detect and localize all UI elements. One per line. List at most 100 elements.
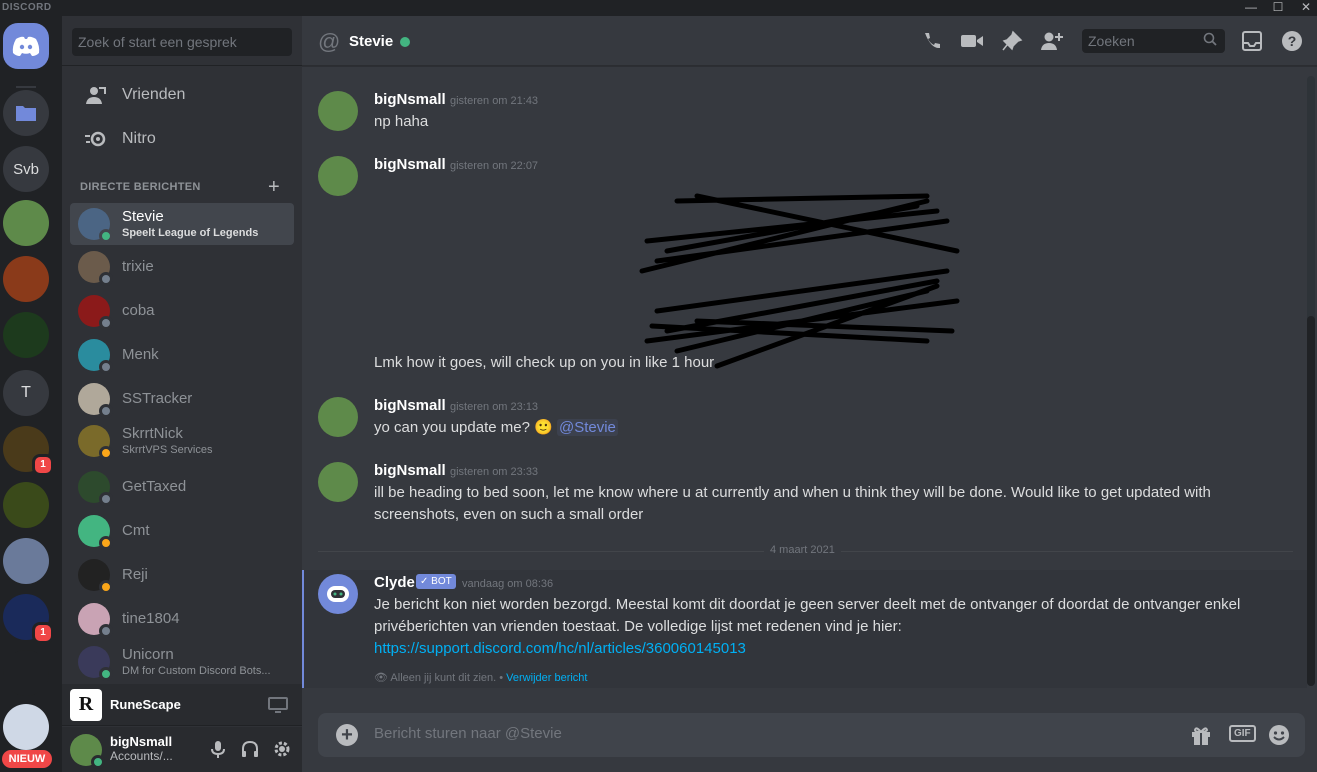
dm-item-skrrtnick[interactable]: SkrrtNick SkrrtVPS Services (70, 420, 294, 462)
minimize-button[interactable]: — (1240, 0, 1262, 16)
close-button[interactable]: ✕ (1295, 0, 1317, 16)
support-link[interactable]: https://support.discord.com/hc/nl/articl… (374, 638, 1274, 660)
chat-header: @ Stevie Zoeken ? (302, 16, 1317, 66)
dm-activity-game: League of Legends (158, 226, 259, 239)
headphones-icon[interactable] (240, 739, 260, 764)
dm-item-trixie[interactable]: trixie (70, 246, 294, 288)
presence-status-icon (99, 667, 113, 681)
gif-button[interactable]: GIF (1229, 725, 1256, 742)
pinned-messages-icon[interactable] (1000, 29, 1024, 53)
add-friend-to-dm-icon[interactable] (1040, 29, 1064, 53)
dm-name: trixie (122, 257, 154, 275)
dm-name: Stevie (122, 208, 164, 226)
message-text: np haha (374, 113, 429, 130)
user-avatar[interactable] (70, 733, 105, 769)
dm-item-stevie[interactable]: Stevie Speelt League of Legends (70, 203, 294, 245)
delete-message-link[interactable]: Verwijder bericht (506, 672, 587, 684)
dm-avatar (78, 646, 113, 681)
dm-avatar (78, 515, 113, 550)
chat-pane: @ Stevie Zoeken ? bigNsmall gisteren om … (302, 16, 1317, 772)
create-dm-plus-icon[interactable]: + (268, 176, 280, 199)
message-timestamp: gisteren om 22:07 (450, 160, 539, 172)
message-author[interactable]: Clyde (374, 574, 415, 591)
presence-status-icon (99, 272, 113, 286)
server-landscape[interactable] (3, 538, 49, 584)
server-robot[interactable] (3, 704, 49, 750)
dm-item-gettaxed[interactable]: GetTaxed (70, 466, 294, 508)
server-mention-badge: 1 (32, 622, 54, 644)
server-fire[interactable] (3, 256, 49, 302)
server-rail: Svb T 1 1 NIEUW (0, 16, 62, 772)
message-text: ill be heading to bed soon, let me know … (374, 484, 1211, 501)
server-mention-badge: 1 (32, 454, 54, 476)
voice-call-icon[interactable] (920, 29, 944, 53)
dm-name: Menk (122, 345, 159, 363)
clyde-avatar[interactable] (318, 574, 358, 614)
dm-item-reji[interactable]: Reji (70, 554, 294, 596)
presence-status-icon (99, 536, 113, 550)
dm-avatar (78, 295, 113, 330)
runescape-logo-icon: R (70, 688, 102, 721)
dm-avatar (78, 471, 113, 506)
server-bignsmall[interactable] (3, 200, 49, 246)
dm-custom-status: DM for Custom Discord Bots... (122, 664, 271, 677)
message-author[interactable]: bigNsmall (374, 156, 446, 173)
folder-server[interactable] (3, 90, 49, 136)
chat-search-input[interactable]: Zoeken (1082, 29, 1225, 53)
dm-item-menk[interactable]: Menk (70, 334, 294, 376)
message-avatar[interactable] (318, 156, 358, 196)
message-avatar[interactable] (318, 91, 358, 131)
dm-avatar (78, 425, 113, 460)
dm-item-cmt[interactable]: Cmt (70, 510, 294, 552)
dm-item-tine1804[interactable]: tine1804 (70, 598, 294, 640)
nav-nitro[interactable]: Nitro (70, 118, 294, 160)
server-palm[interactable] (3, 482, 49, 528)
message-author[interactable]: bigNsmall (374, 397, 446, 414)
dm-activity-prefix: Speelt (122, 226, 159, 239)
server-gettaxed[interactable] (3, 312, 49, 358)
video-call-icon[interactable] (960, 29, 984, 53)
message-avatar[interactable] (318, 462, 358, 502)
user-mention[interactable]: @Stevie (556, 419, 618, 436)
presence-status-icon (99, 316, 113, 330)
maximize-button[interactable]: ☐ (1267, 0, 1289, 16)
scrollbar-thumb[interactable] (1307, 316, 1315, 686)
server-thenexus[interactable] (3, 650, 49, 696)
dm-avatar (78, 251, 113, 286)
dm-item-unicorn[interactable]: Unicorn DM for Custom Discord Bots... (70, 641, 294, 683)
ephemeral-note: 👁 Alleen jij kunt dit zien. • Verwijder … (374, 671, 588, 684)
dm-avatar (78, 603, 113, 638)
dm-avatar (78, 559, 113, 594)
settings-gear-icon[interactable] (272, 739, 292, 764)
message-avatar[interactable] (318, 397, 358, 437)
date-divider-label: 4 maart 2021 (764, 544, 841, 556)
nav-nitro-label: Nitro (122, 130, 156, 147)
emoji-picker-icon[interactable] (1268, 724, 1290, 751)
microphone-icon[interactable] (208, 739, 228, 764)
discord-logo-icon (12, 36, 40, 56)
server-t[interactable]: T (3, 370, 49, 416)
gift-icon[interactable] (1190, 724, 1212, 751)
at-icon: @ (318, 29, 341, 54)
message-text: screenshots, even on such a small order (374, 506, 644, 523)
dm-item-coba[interactable]: coba (70, 290, 294, 332)
window-titlebar: DISCORD — ☐ ✕ (0, 0, 1317, 16)
nav-friends[interactable]: Vrienden (70, 74, 294, 116)
message-timestamp: gisteren om 21:43 (450, 95, 539, 107)
presence-status-icon (99, 229, 113, 243)
home-button[interactable] (3, 23, 49, 69)
dm-name: tine1804 (122, 609, 180, 627)
dm-avatar (78, 383, 113, 418)
dm-search-input[interactable]: Zoek of start een gesprek (72, 28, 292, 56)
upload-plus-icon[interactable]: + (336, 724, 358, 746)
message-input[interactable]: Bericht sturen naar @Stevie (374, 725, 562, 742)
help-icon[interactable]: ? (1280, 29, 1304, 53)
stream-screen-icon[interactable] (268, 696, 288, 719)
message-author[interactable]: bigNsmall (374, 462, 446, 479)
dm-item-sstracker[interactable]: SSTracker (70, 378, 294, 420)
message-author[interactable]: bigNsmall (374, 91, 446, 108)
dm-avatar (78, 339, 113, 374)
inbox-icon[interactable] (1240, 29, 1264, 53)
now-playing-panel: R RuneScape (62, 684, 302, 726)
server-svb[interactable]: Svb (3, 146, 49, 192)
